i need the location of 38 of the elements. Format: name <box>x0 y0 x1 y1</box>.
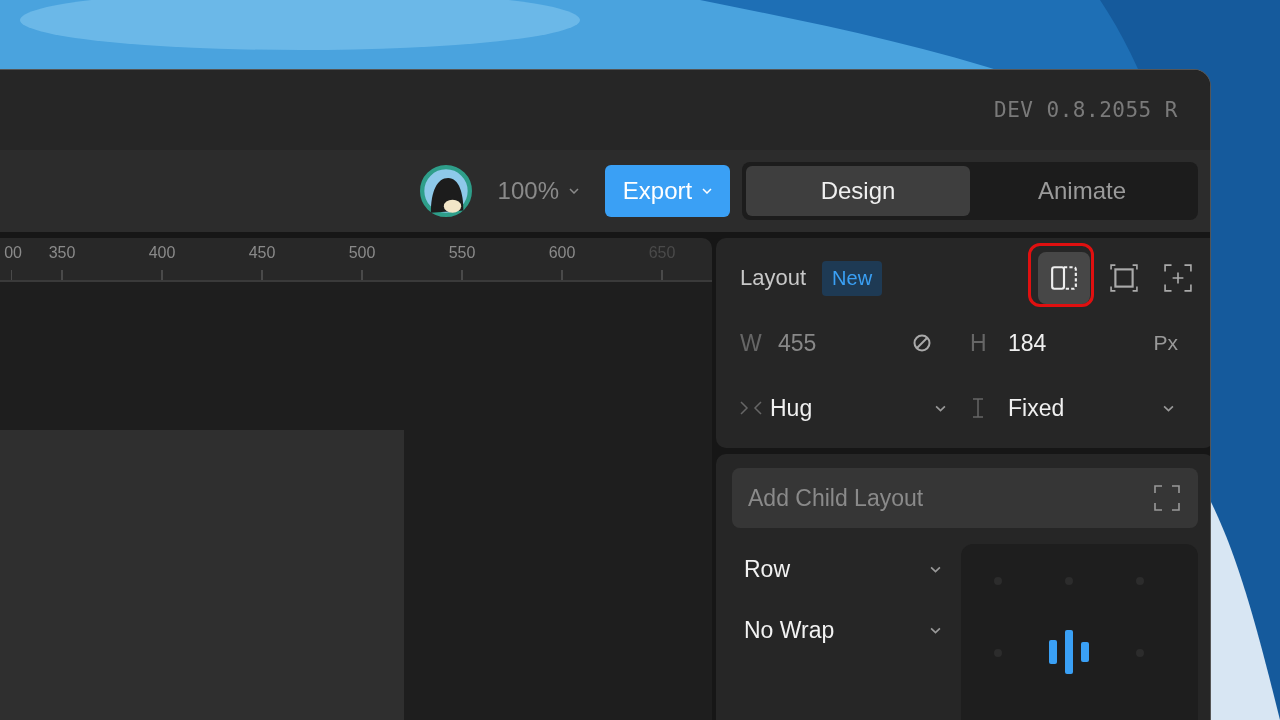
wrap-dropdown[interactable]: No Wrap <box>732 617 961 644</box>
width-label: W <box>740 329 763 357</box>
collapse-horizontal-icon <box>740 400 762 416</box>
height-value[interactable]: 184 <box>1008 329 1047 357</box>
layout-mode-button[interactable] <box>1038 252 1090 304</box>
mode-tab[interactable]: Design <box>746 166 970 216</box>
add-child-layout-button[interactable]: Add Child Layout <box>732 468 1198 528</box>
frame-corners-icon <box>1154 485 1180 511</box>
frame-icon <box>1110 264 1138 292</box>
height-sizing-dropdown[interactable]: Fixed <box>968 394 1196 422</box>
chevron-icon <box>1163 404 1174 412</box>
zoom-dropdown[interactable]: 100% <box>497 177 579 205</box>
ruler-label: 500 <box>348 244 376 262</box>
ruler-label: 550 <box>448 244 476 262</box>
ruler-label: 00 <box>4 244 22 262</box>
ruler-label: 400 <box>148 244 176 262</box>
unit-label[interactable]: Px <box>1153 331 1178 355</box>
split-panel-icon <box>1050 264 1078 292</box>
chevron-icon <box>702 188 713 194</box>
width-sizing-dropdown[interactable]: Hug <box>740 394 968 422</box>
ruler-label: 450 <box>248 244 276 262</box>
ruler-label: 350 <box>48 244 76 262</box>
chevron-icon <box>930 627 941 634</box>
height-label: H <box>970 329 988 357</box>
ruler-label: 600 <box>548 244 576 262</box>
mode-tab[interactable]: Animate <box>970 166 1194 216</box>
avatar[interactable] <box>419 165 472 217</box>
new-badge: New <box>822 260 883 296</box>
add-frame-icon <box>1164 264 1192 292</box>
section-title: Layout <box>740 265 807 291</box>
chevron-icon <box>569 188 579 194</box>
chevron-icon <box>930 566 941 573</box>
text-cursor-icon <box>970 397 986 419</box>
alignment-bars-icon <box>1049 630 1091 674</box>
no-entry-icon[interactable] <box>912 333 932 353</box>
version-label: DEV 0.8.2055 R <box>994 98 1178 122</box>
direction-dropdown[interactable]: Row <box>732 556 961 583</box>
chevron-icon <box>935 404 946 412</box>
